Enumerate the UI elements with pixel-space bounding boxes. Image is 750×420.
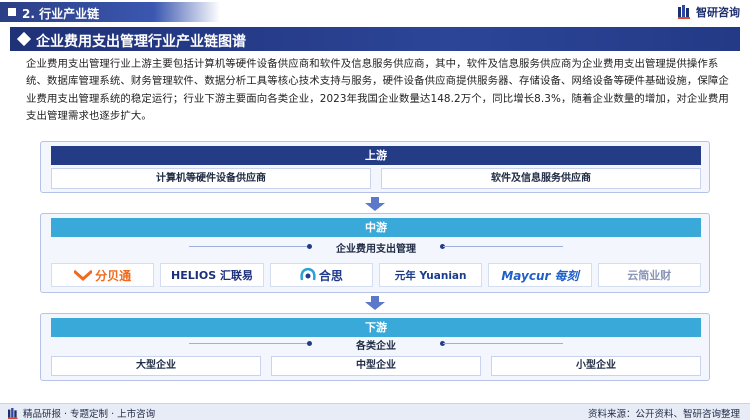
upstream-panel: 上游 计算机等硬件设备供应商 软件及信息服务供应商 xyxy=(40,141,710,193)
midstream-panel: 中游 企业费用支出管理 分贝通 HELIOS 汇联易 合思 元年 Yuanian… xyxy=(40,213,710,293)
downstream-item-small: 小型企业 xyxy=(491,356,701,376)
divider-right xyxy=(443,343,563,344)
divider-right xyxy=(443,246,563,247)
diamond-icon xyxy=(16,31,32,47)
footer: 精品研报 · 专题定制 · 上市咨询 资料来源：公开资料、智研咨询整理 xyxy=(0,403,750,420)
midstream-sub-label: 企业费用支出管理 xyxy=(336,244,416,255)
company-logos: 分贝通 HELIOS 汇联易 合思 元年 Yuanian Maycur 每刻 云… xyxy=(51,263,701,287)
fenbeitong-logo-icon xyxy=(74,269,93,281)
upstream-item-hardware: 计算机等硬件设备供应商 xyxy=(51,168,371,189)
upstream-header: 上游 xyxy=(51,146,701,165)
downstream-item-medium: 中型企业 xyxy=(271,356,481,376)
arrow-down-icon xyxy=(365,197,385,211)
company-logo-yunjian: 云简业财 xyxy=(597,263,701,287)
section-square-icon xyxy=(8,8,16,16)
company-name: HELIOS 汇联易 xyxy=(171,269,253,282)
brand: 智研咨询 xyxy=(678,4,740,20)
company-logo-helios: HELIOS 汇联易 xyxy=(160,263,264,287)
company-name: Maycur 每刻 xyxy=(501,268,579,283)
section-tag: 2. 行业产业链 xyxy=(0,2,220,22)
footer-tagline: 精品研报 · 专题定制 · 上市咨询 xyxy=(23,409,156,420)
brand-logo-icon xyxy=(678,5,690,19)
company-logo-maycur: Maycur 每刻 xyxy=(488,263,592,287)
company-name: 元年 Yuanian xyxy=(394,269,467,282)
company-logo-fenbeitong: 分贝通 xyxy=(51,263,155,287)
hesi-logo-icon xyxy=(300,268,316,281)
title-bar: 企业费用支出管理行业产业链图谱 xyxy=(10,27,740,51)
footer-left: 精品研报 · 专题定制 · 上市咨询 xyxy=(8,406,155,420)
arrow-down-icon xyxy=(365,296,385,310)
upstream-item-software: 软件及信息服务供应商 xyxy=(381,168,701,189)
downstream-sub-label: 各类企业 xyxy=(356,341,396,352)
footer-source: 资料来源：公开资料、智研咨询整理 xyxy=(587,409,740,420)
intro-paragraph: 企业费用支出管理行业上游主要包括计算机等硬件设备供应商和软件及信息服务供应商，其… xyxy=(26,58,729,123)
downstream-header: 下游 xyxy=(51,318,701,337)
top-bar: 2. 行业产业链 智研咨询 xyxy=(0,0,750,24)
downstream-panel: 下游 各类企业 大型企业 中型企业 小型企业 xyxy=(40,313,710,381)
section-label: 2. 行业产业链 xyxy=(22,7,100,21)
company-name: 合思 xyxy=(318,268,343,283)
page-title: 企业费用支出管理行业产业链图谱 xyxy=(36,34,246,50)
company-name: 云简业财 xyxy=(627,269,672,282)
midstream-header: 中游 xyxy=(51,218,701,237)
company-logo-yuanian: 元年 Yuanian xyxy=(378,263,483,287)
downstream-item-large: 大型企业 xyxy=(51,356,261,376)
brand-logo-icon xyxy=(8,407,18,419)
brand-name: 智研咨询 xyxy=(696,6,740,19)
company-logo-hesi: 合思 xyxy=(269,263,373,287)
company-name: 分贝通 xyxy=(95,268,132,283)
